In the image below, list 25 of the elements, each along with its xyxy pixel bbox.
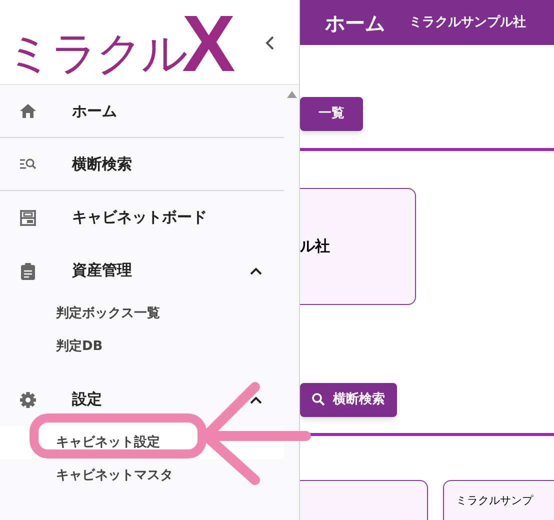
company-card[interactable] <box>300 480 428 520</box>
page-title: ホーム <box>325 10 385 36</box>
clipboard-icon <box>19 262 37 280</box>
sidebar-item[interactable]: キャビネットボード <box>0 191 284 244</box>
company-card[interactable]: ル社 <box>300 188 416 305</box>
home-icon <box>19 102 37 120</box>
search-button[interactable]: 横断検索 <box>300 382 397 417</box>
logo: ミラクルX <box>6 12 236 76</box>
search-icon <box>312 393 325 406</box>
submenu-item[interactable]: 判定DB <box>0 330 284 363</box>
sidebar-item[interactable]: 設定 <box>0 373 284 426</box>
company-name: ミラクルサンプ <box>456 494 534 508</box>
collapse-chevron-icon[interactable] <box>265 36 275 50</box>
sidebar-item[interactable]: 資産管理 <box>0 244 284 297</box>
company-card[interactable]: ミラクルサンプ <box>443 480 554 520</box>
company-name: ミラクルサンプル社 <box>409 14 526 32</box>
board-icon <box>19 208 37 226</box>
list-button[interactable]: 一覧 <box>300 96 363 131</box>
chevron-up-icon[interactable] <box>250 266 262 274</box>
chevron-up-icon[interactable] <box>250 396 262 404</box>
submenu-item[interactable]: キャビネットマスタ <box>0 459 284 492</box>
submenu-item[interactable]: 判定ボックス一覧 <box>0 297 284 330</box>
settings-icon <box>19 390 37 408</box>
company-name: ル社 <box>300 236 330 258</box>
scroll-up-icon[interactable] <box>286 91 296 98</box>
